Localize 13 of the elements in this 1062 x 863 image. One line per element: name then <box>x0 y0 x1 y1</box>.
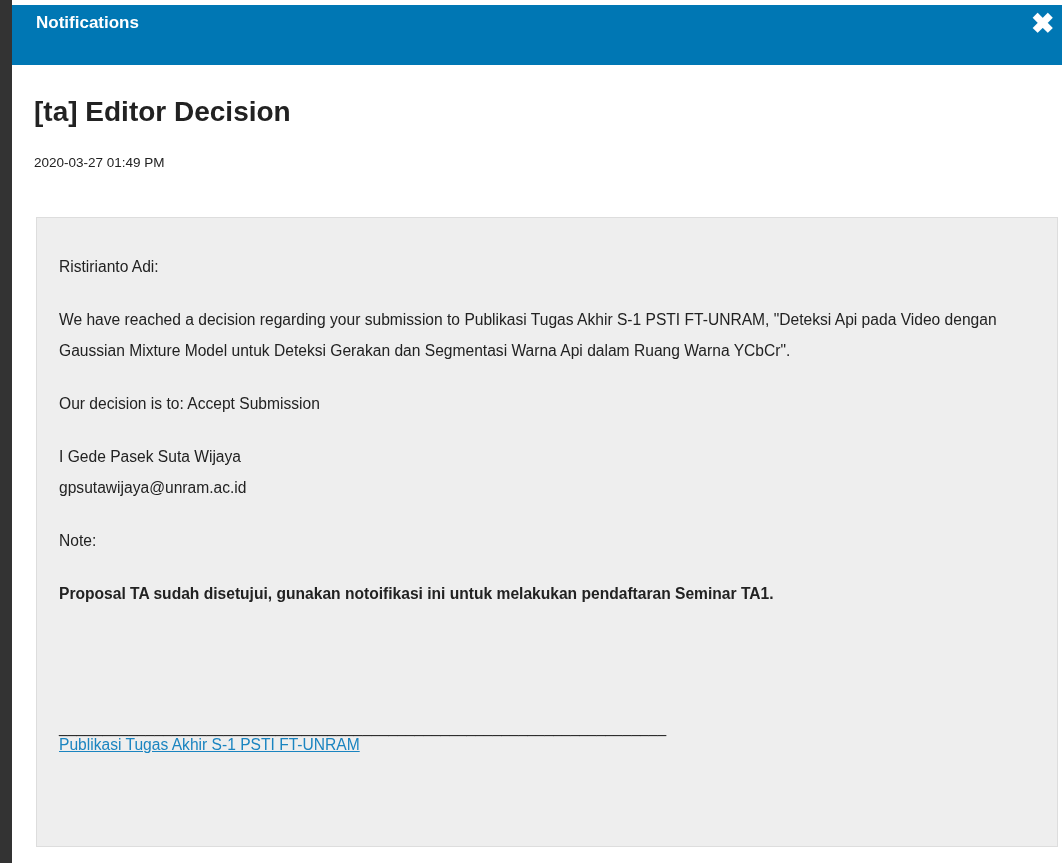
message-text: Note: <box>59 532 97 550</box>
journal-link[interactable]: Publikasi Tugas Akhir S-1 PSTI FT-UNRAM <box>59 736 360 754</box>
notification-subject: [ta] Editor Decision <box>34 95 292 129</box>
message-text: gpsutawijaya@unram.ac.id <box>59 479 247 497</box>
message-text: I Gede Pasek Suta Wijaya <box>59 448 242 466</box>
dialog-title: Notifications <box>36 12 139 34</box>
note-text: Proposal TA sudah disetujui, gunakan notoifikasi ini untuk melakukan pendaftaran Seminar TA1. <box>59 585 774 603</box>
message-text: Our decision is to: Accept Submission <box>59 395 320 413</box>
close-button[interactable]: ✖ <box>1031 10 1054 38</box>
notification-date: 2020-03-27 01:49 PM <box>34 154 166 172</box>
message-text: Ristirianto Adi: <box>59 258 159 276</box>
signature-rule: ______________________________________________________________________ <box>59 719 667 737</box>
message-text: We have reached a decision regarding your submission to Publikasi Tugas Akhir S-1 PSTI FT-UNRAM, "Deteksi Api pada Video dengan Gaussian Mixture Model untuk Deteksi Gerakan dan Segmentasi Warna Api dalam Ruang Warna YCbCr". <box>59 311 997 360</box>
